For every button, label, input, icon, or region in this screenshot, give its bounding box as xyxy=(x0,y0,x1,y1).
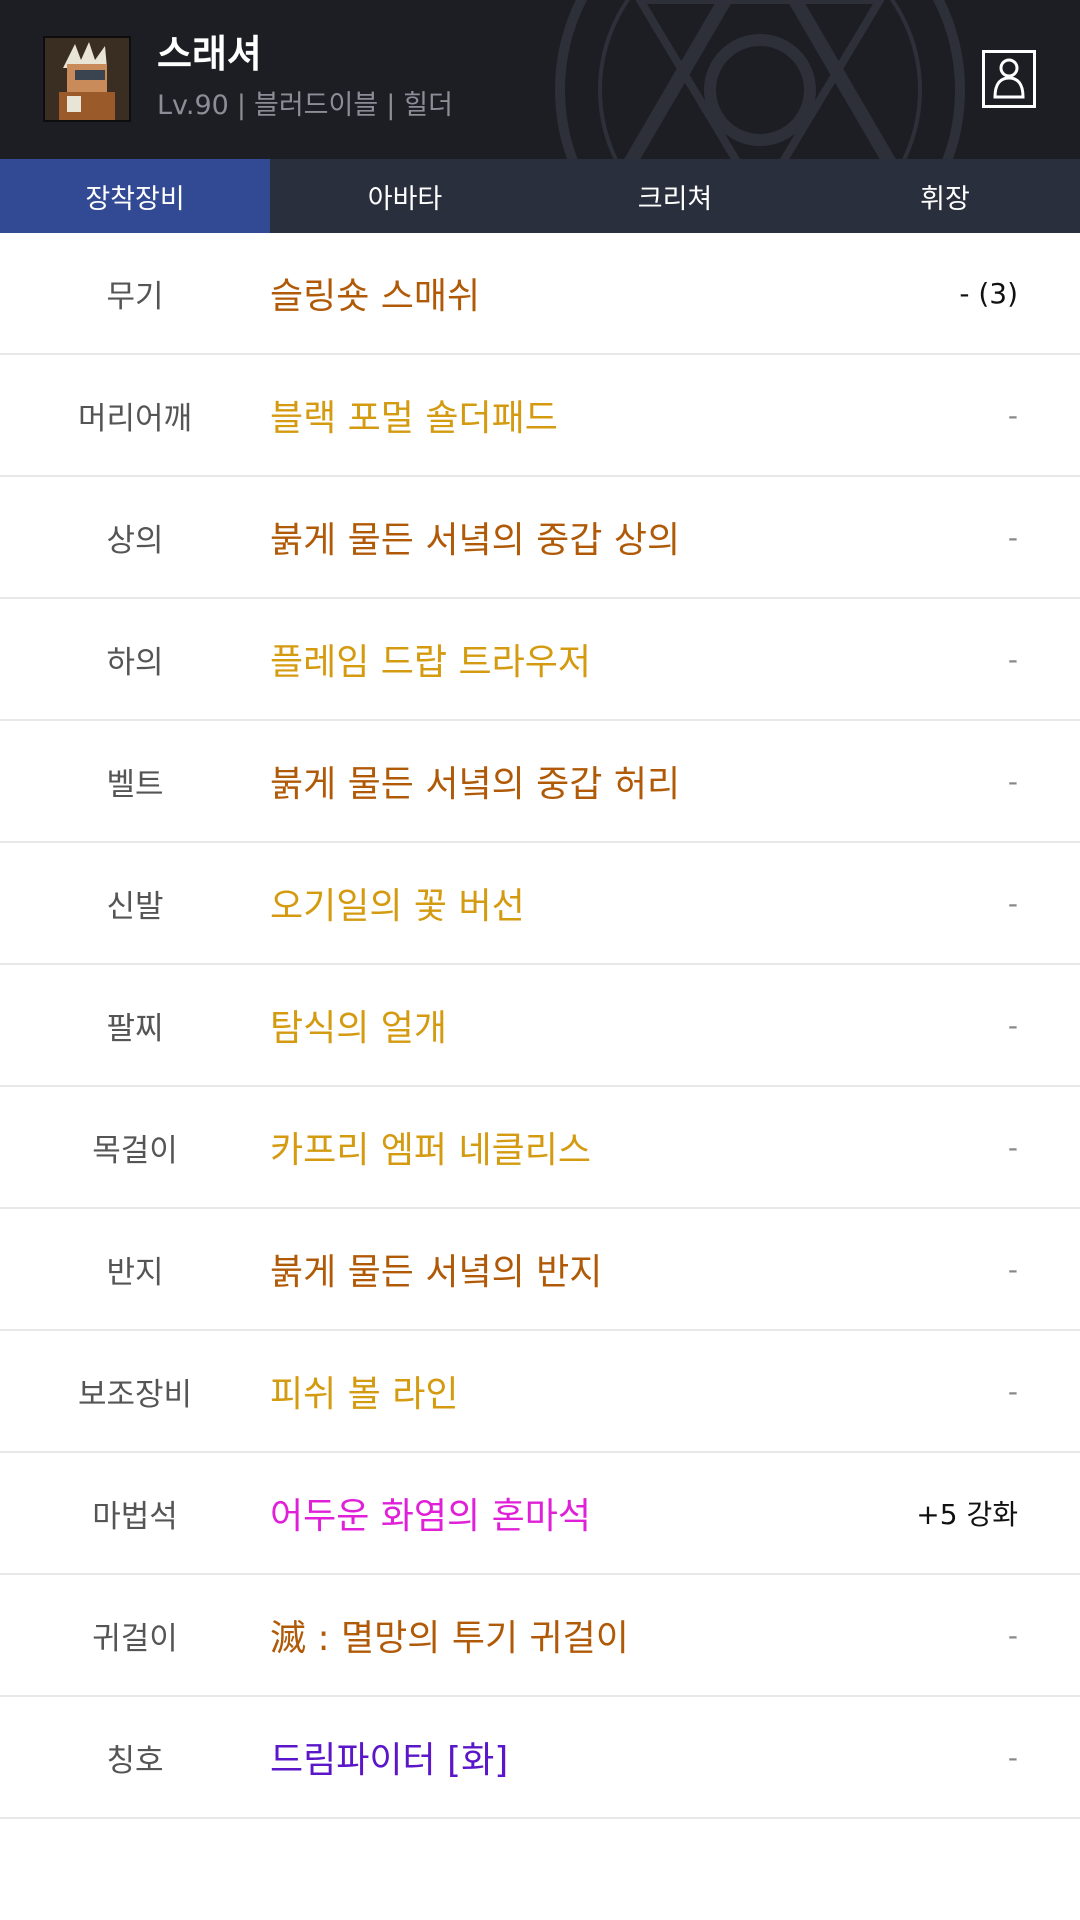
slot-label: 목걸이 xyxy=(92,1132,178,1169)
info-separator: | xyxy=(236,90,246,121)
item-name[interactable]: 드림파이터 [화] xyxy=(270,1731,1080,1783)
equipment-row[interactable]: 하의 플레임 드랍 트라우저 - xyxy=(0,599,1080,721)
equipment-row[interactable]: 귀걸이 滅 : 멸망의 투기 귀걸이 - xyxy=(0,1575,1080,1697)
equipment-row[interactable]: 상의 붉게 물든 서녘의 중갑 상의 - xyxy=(0,477,1080,599)
equipment-row[interactable]: 칭호 드림파이터 [화] - xyxy=(0,1697,1080,1819)
slot-label: 귀걸이 xyxy=(92,1620,178,1657)
equipment-row[interactable]: 신발 오기일의 꽃 버선 - xyxy=(0,843,1080,965)
character-info: Lv.90 | 블러드이블 | 힐더 xyxy=(157,86,453,126)
slot-label: 칭호 xyxy=(106,1742,164,1779)
tab-bar: 장착장비 아바타 크리쳐 휘장 xyxy=(0,159,1080,233)
equipment-row[interactable]: 머리어깨 블랙 포멀 숄더패드 - xyxy=(0,355,1080,477)
item-name[interactable]: 탐식의 얼개 xyxy=(270,999,1080,1051)
item-name[interactable]: 블랙 포멀 숄더패드 xyxy=(270,389,1080,441)
equipment-row[interactable]: 팔찌 탐식의 얼개 - xyxy=(0,965,1080,1087)
item-enhancement: - (3) xyxy=(959,276,1018,310)
item-name[interactable]: 오기일의 꽃 버선 xyxy=(270,877,1080,929)
character-level: Lv.90 xyxy=(157,90,229,121)
equipment-row[interactable]: 무기 슬링숏 스매쉬 - (3) xyxy=(0,233,1080,355)
tab-avatar[interactable]: 아바타 xyxy=(270,159,540,233)
slot-label: 마법석 xyxy=(92,1498,178,1535)
item-enhancement: - xyxy=(1007,642,1018,676)
tab-equipment[interactable]: 장착장비 xyxy=(0,159,270,233)
equipment-list: 무기 슬링숏 스매쉬 - (3) 머리어깨 블랙 포멀 숄더패드 - 상의 붉게 물든 서녘의… xyxy=(0,233,1080,1819)
slot-label: 머리어깨 xyxy=(77,400,193,437)
tab-creature[interactable]: 크리쳐 xyxy=(540,159,810,233)
slot-label: 보조장비 xyxy=(77,1376,193,1413)
slot-label: 반지 xyxy=(106,1254,164,1291)
slot-label: 상의 xyxy=(106,522,164,559)
item-enhancement: - xyxy=(1007,1008,1018,1042)
character-avatar xyxy=(43,36,131,122)
item-enhancement: - xyxy=(1007,1374,1018,1408)
item-name[interactable]: 滅 : 멸망의 투기 귀걸이 xyxy=(270,1609,1080,1661)
slot-label: 벨트 xyxy=(106,766,164,803)
equipment-row[interactable]: 벨트 붉게 물든 서녘의 중갑 허리 - xyxy=(0,721,1080,843)
equipment-row[interactable]: 목걸이 카프리 엠퍼 네클리스 - xyxy=(0,1087,1080,1209)
equipment-row[interactable]: 반지 붉게 물든 서녘의 반지 - xyxy=(0,1209,1080,1331)
item-enhancement: - xyxy=(1007,1130,1018,1164)
item-enhancement: - xyxy=(1007,886,1018,920)
item-name[interactable]: 피쉬 볼 라인 xyxy=(270,1365,1080,1417)
item-name[interactable]: 카프리 엠퍼 네클리스 xyxy=(270,1121,1080,1173)
profile-button[interactable] xyxy=(982,50,1036,108)
item-enhancement: - xyxy=(1007,764,1018,798)
item-enhancement: - xyxy=(1007,1740,1018,1774)
character-name: 스래셔 xyxy=(157,32,262,76)
equipment-row[interactable]: 보조장비 피쉬 볼 라인 - xyxy=(0,1331,1080,1453)
slot-label: 팔찌 xyxy=(106,1010,164,1047)
item-enhancement: - xyxy=(1007,520,1018,554)
item-name[interactable]: 플레임 드랍 트라우저 xyxy=(270,633,1080,685)
item-enhancement: - xyxy=(1007,1618,1018,1652)
character-guild: 블러드이블 xyxy=(253,90,379,121)
slot-label: 무기 xyxy=(106,278,164,315)
equipment-row[interactable]: 마법석 어두운 화염의 혼마석 +5 강화 xyxy=(0,1453,1080,1575)
item-name[interactable]: 붉게 물든 서녘의 중갑 허리 xyxy=(270,755,1080,807)
tab-emblem[interactable]: 휘장 xyxy=(810,159,1080,233)
item-enhancement: - xyxy=(1007,1252,1018,1286)
item-enhancement: - xyxy=(1007,398,1018,432)
slot-label: 신발 xyxy=(106,888,164,925)
emblem-background xyxy=(555,0,965,159)
slot-label: 하의 xyxy=(106,644,164,681)
character-header: 스래셔 Lv.90 | 블러드이블 | 힐더 xyxy=(0,0,1080,159)
item-name[interactable]: 붉게 물든 서녘의 반지 xyxy=(270,1243,1080,1295)
character-server: 힐더 xyxy=(403,90,453,121)
item-enhancement: +5 강화 xyxy=(916,1498,1018,1531)
info-separator: | xyxy=(386,90,396,121)
item-name[interactable]: 붉게 물든 서녘의 중갑 상의 xyxy=(270,511,1080,563)
person-icon xyxy=(993,58,1025,99)
